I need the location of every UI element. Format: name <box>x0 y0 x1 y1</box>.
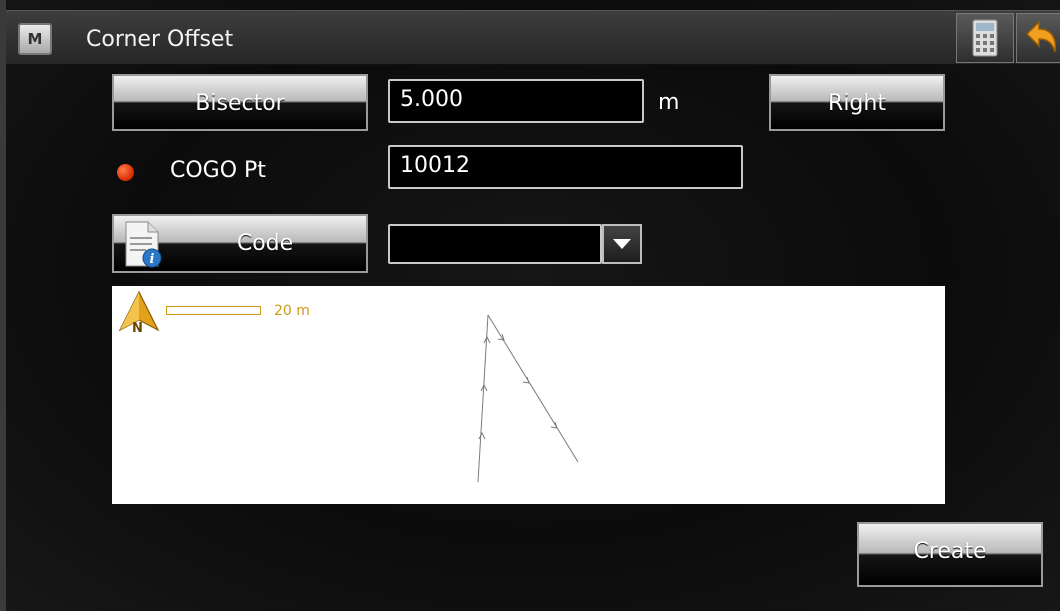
cogo-point-input[interactable]: 10012 <box>388 145 743 189</box>
cogo-point-label: COGO Pt <box>170 158 266 183</box>
linework <box>477 314 579 483</box>
code-button-label: Code <box>236 231 294 256</box>
svg-text:i: i <box>150 252 155 267</box>
title-bar: M Corner Offset <box>6 10 1060 65</box>
calculator-icon <box>972 19 998 57</box>
offset-distance-input[interactable]: 5.000 <box>388 79 644 123</box>
cogo-status-indicator <box>117 164 134 181</box>
right-button-label: Right <box>828 91 886 116</box>
create-button[interactable]: Create <box>857 522 1043 587</box>
back-button[interactable] <box>1016 13 1060 63</box>
map-view[interactable]: N 20 m <box>112 286 945 504</box>
code-select[interactable] <box>388 224 602 264</box>
main-menu-button[interactable]: M <box>18 23 52 55</box>
distance-unit-label: m <box>658 90 680 115</box>
undo-arrow-icon <box>1025 20 1057 53</box>
chevron-down-icon <box>613 239 631 249</box>
code-dropdown-button[interactable] <box>602 224 642 264</box>
calculator-button[interactable] <box>956 13 1014 63</box>
page-title: Corner Offset <box>86 27 234 52</box>
app-window: M Corner Offset Bisector 5.000 m Right C… <box>0 0 1060 611</box>
code-button[interactable]: i Code <box>112 214 368 273</box>
bisector-button[interactable]: Bisector <box>112 74 368 131</box>
document-info-icon: i <box>125 221 162 268</box>
bisector-button-label: Bisector <box>195 91 285 116</box>
right-button[interactable]: Right <box>769 74 945 131</box>
create-button-label: Create <box>913 539 987 564</box>
